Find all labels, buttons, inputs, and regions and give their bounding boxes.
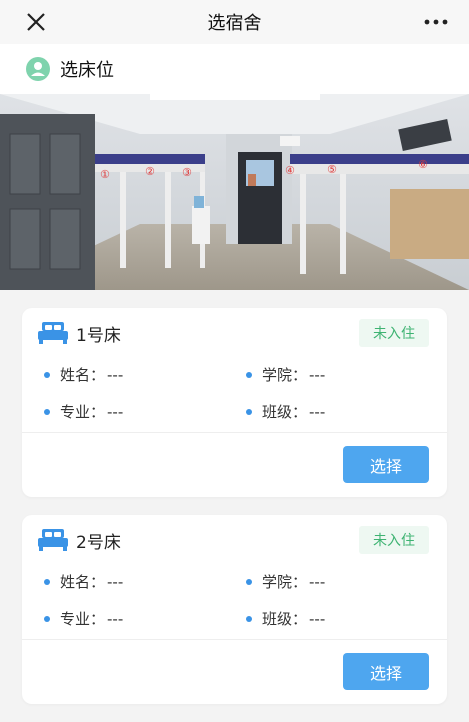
info-row: 姓名： --- 学院： --- — [22, 358, 447, 395]
bed-number-label: ③ — [182, 166, 192, 179]
section-header: 选床位 — [0, 44, 469, 94]
info-row: 姓名： --- 学院： --- — [22, 565, 447, 602]
name-info: 姓名： --- — [44, 571, 123, 592]
bullet-dot — [44, 578, 50, 585]
major-info: 专业： --- — [44, 608, 123, 629]
divider — [22, 639, 447, 640]
major-label: 专业： — [60, 403, 106, 421]
class-info: 班级： --- — [246, 401, 325, 422]
bed-title: 1号床 — [76, 326, 121, 346]
bullet-dot — [44, 408, 50, 415]
status-badge: 未入住 — [359, 319, 429, 347]
major-info: 专业： --- — [44, 401, 123, 422]
major-label: 专业： — [60, 610, 106, 628]
bed-card: 1号床 未入住 姓名： --- 学院： --- 专业： --- 班级： --- … — [22, 308, 447, 497]
dorm-room-photo: ① ② ③ ④ ⑤ ⑥ — [0, 94, 469, 290]
bed-number-label: ② — [145, 165, 155, 178]
college-value: --- — [309, 365, 326, 384]
class-value: --- — [309, 402, 326, 421]
bullet-dot — [246, 408, 252, 415]
bed-number-label: ① — [100, 168, 110, 181]
college-label: 学院： — [262, 573, 308, 591]
select-button[interactable]: 选择 — [343, 653, 429, 690]
name-value: --- — [107, 365, 124, 384]
info-row: 专业： --- 班级： --- — [22, 395, 447, 432]
college-info: 学院： --- — [246, 364, 325, 385]
bed-number-label: ④ — [285, 164, 295, 177]
close-icon[interactable] — [22, 8, 50, 36]
user-icon — [26, 57, 50, 81]
status-badge: 未入住 — [359, 526, 429, 554]
class-info: 班级： --- — [246, 608, 325, 629]
bed-title: 2号床 — [76, 533, 121, 553]
major-value: --- — [107, 402, 124, 421]
bed-list: 1号床 未入住 姓名： --- 学院： --- 专业： --- 班级： --- … — [0, 290, 469, 704]
name-label: 姓名： — [60, 366, 106, 384]
bullet-dot — [246, 615, 252, 622]
college-info: 学院： --- — [246, 571, 325, 592]
class-label: 班级： — [262, 610, 308, 628]
info-row: 专业： --- 班级： --- — [22, 602, 447, 639]
bed-card-header: 1号床 未入住 — [22, 308, 447, 358]
select-button[interactable]: 选择 — [343, 446, 429, 483]
bullet-dot — [246, 578, 252, 585]
bed-number-label: ⑥ — [418, 158, 428, 171]
college-label: 学院： — [262, 366, 308, 384]
bullet-dot — [44, 615, 50, 622]
page-title: 选宿舍 — [207, 13, 262, 34]
bullet-dot — [246, 371, 252, 378]
bed-icon — [38, 322, 68, 344]
bed-number-label: ⑤ — [327, 163, 337, 176]
nav-bar: 选宿舍 — [0, 0, 469, 44]
class-value: --- — [309, 609, 326, 628]
name-info: 姓名： --- — [44, 364, 123, 385]
bed-card: 2号床 未入住 姓名： --- 学院： --- 专业： --- 班级： --- … — [22, 515, 447, 704]
class-label: 班级： — [262, 403, 308, 421]
bed-icon — [38, 529, 68, 551]
name-label: 姓名： — [60, 573, 106, 591]
section-title: 选床位 — [60, 60, 114, 81]
more-icon[interactable] — [421, 10, 451, 34]
bed-card-header: 2号床 未入住 — [22, 515, 447, 565]
college-value: --- — [309, 572, 326, 591]
name-value: --- — [107, 572, 124, 591]
major-value: --- — [107, 609, 124, 628]
divider — [22, 432, 447, 433]
bullet-dot — [44, 371, 50, 378]
